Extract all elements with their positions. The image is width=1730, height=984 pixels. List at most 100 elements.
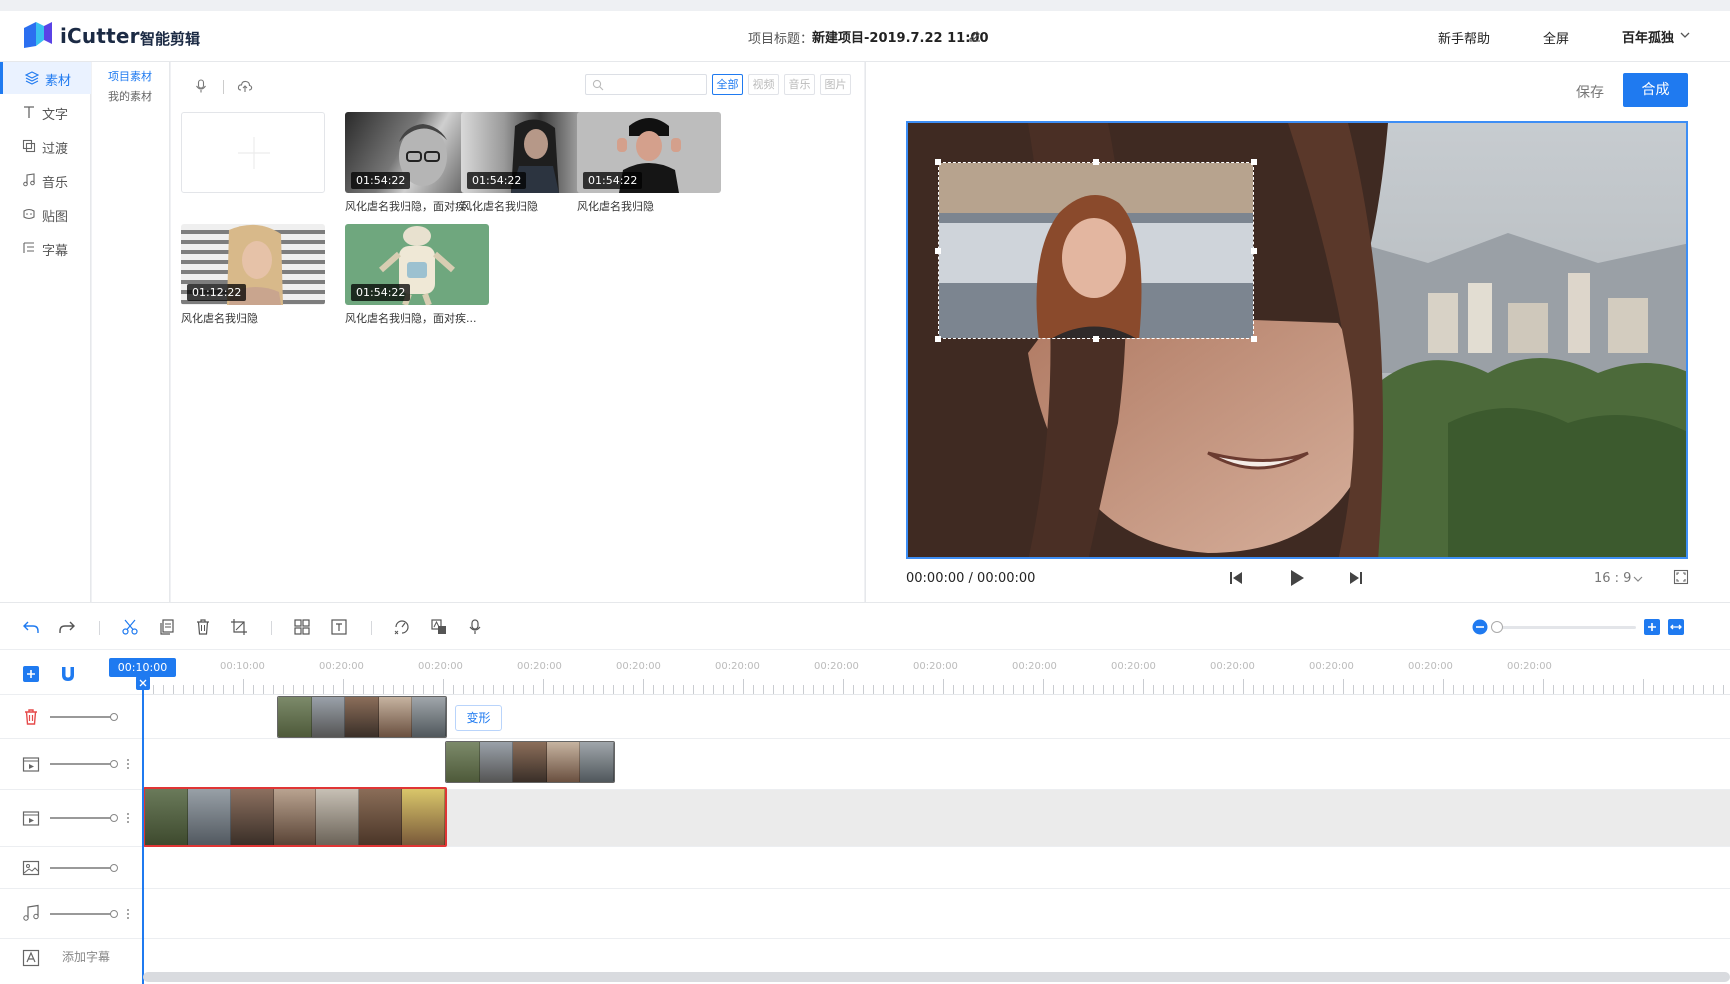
text-box-icon[interactable] (330, 618, 348, 636)
resize-handle[interactable] (935, 159, 941, 165)
video-clip-selected[interactable] (143, 787, 447, 847)
compose-button[interactable]: 合成 (1623, 73, 1688, 107)
zoom-slider-handle[interactable] (1491, 621, 1503, 633)
nav-item-transition[interactable]: 过渡 (0, 130, 91, 162)
nav-item-materials[interactable]: 素材 (0, 62, 91, 94)
nav-item-music[interactable]: 音乐 (0, 164, 91, 196)
zoom-slider-track[interactable] (1494, 626, 1636, 629)
more-options-icon[interactable] (126, 758, 130, 770)
duration-badge: 01:54:22 (351, 172, 411, 189)
nav-item-text[interactable]: 文字 (0, 96, 91, 128)
preview-canvas[interactable] (906, 121, 1688, 559)
app-header: iCutter 智能剪辑 项目标题： 新建项目-2019.7.22 11:00 … (0, 11, 1730, 62)
track-volume-slider[interactable] (50, 716, 116, 718)
ruler-label: 00:20:00 (319, 661, 364, 672)
track-volume-handle[interactable] (110, 760, 118, 768)
filter-video[interactable]: 视频 (748, 74, 779, 95)
ruler-ticks (143, 679, 1724, 694)
redo-icon[interactable] (58, 618, 76, 636)
crop-icon[interactable] (230, 618, 248, 636)
overlay-clip[interactable] (277, 696, 447, 738)
track-volume-handle[interactable] (110, 864, 118, 872)
fit-width-icon[interactable] (1667, 618, 1685, 636)
filter-all[interactable]: 全部 (712, 74, 743, 95)
material-thumbnail[interactable]: 01:12:22 (181, 224, 325, 305)
track-volume-handle[interactable] (110, 910, 118, 918)
subnav-my-materials[interactable]: 我的素材 (108, 88, 152, 104)
magnet-snap-icon[interactable] (58, 664, 78, 684)
music-icon (23, 173, 35, 187)
delete-track-icon[interactable] (22, 708, 40, 726)
more-options-icon[interactable] (126, 812, 130, 824)
track-volume-slider[interactable] (50, 763, 116, 765)
material-subnav: 项目素材 我的素材 (92, 62, 170, 602)
skip-back-icon[interactable] (1227, 569, 1245, 587)
cloud-upload-icon[interactable] (237, 78, 253, 94)
track-volume-slider[interactable] (50, 913, 116, 915)
transition-icon (22, 139, 36, 153)
material-thumbnail[interactable]: 01:54:22 (577, 112, 721, 193)
chevron-down-icon[interactable] (1680, 31, 1690, 39)
material-thumbnail[interactable]: 01:54:22 (345, 224, 489, 305)
nav-item-sticker[interactable]: 贴图 (0, 198, 91, 230)
fullscreen-icon[interactable] (1673, 569, 1689, 585)
translate-icon[interactable] (430, 618, 448, 636)
resize-handle[interactable] (935, 336, 941, 342)
subnav-project-materials[interactable]: 项目素材 (108, 68, 152, 84)
filter-image[interactable]: 图片 (820, 74, 851, 95)
ruler-label: 00:20:00 (418, 661, 463, 672)
timeline-horizontal-scrollbar[interactable] (143, 972, 1730, 982)
undo-icon[interactable] (22, 618, 40, 636)
picture-in-picture-layer[interactable] (938, 162, 1254, 339)
more-options-icon[interactable] (126, 908, 130, 920)
music-track-icon (23, 904, 39, 921)
track-volume-slider[interactable] (50, 867, 116, 869)
resize-handle[interactable] (1251, 336, 1257, 342)
resize-handle[interactable] (1251, 159, 1257, 165)
microphone-icon[interactable] (193, 78, 209, 94)
chevron-down-icon[interactable] (1633, 575, 1643, 583)
track-volume-handle[interactable] (110, 713, 118, 721)
add-track-icon[interactable] (22, 665, 40, 683)
playhead-time[interactable]: 00:10:00 (109, 658, 176, 677)
resize-handle[interactable] (1251, 248, 1257, 254)
nav-item-subtitle[interactable]: 字幕 (0, 232, 91, 264)
help-link[interactable]: 新手帮助 (1438, 28, 1490, 47)
resize-handle[interactable] (1093, 336, 1099, 342)
video-clip[interactable] (445, 741, 615, 783)
add-material-card[interactable] (181, 112, 325, 193)
image-track-icon (22, 860, 40, 876)
video-track-2[interactable] (143, 739, 1730, 790)
save-button[interactable]: 保存 (1576, 82, 1604, 102)
resize-handle[interactable] (935, 248, 941, 254)
fullscreen-link[interactable]: 全屏 (1543, 28, 1569, 47)
playhead-handle-icon[interactable] (136, 676, 150, 690)
speed-icon[interactable] (393, 618, 411, 636)
trash-icon[interactable] (194, 618, 212, 636)
microphone-icon[interactable] (466, 618, 484, 636)
resize-handle[interactable] (1093, 159, 1099, 165)
skip-forward-icon[interactable] (1347, 569, 1365, 587)
track-volume-slider[interactable] (50, 817, 116, 819)
material-search-input[interactable] (585, 74, 707, 95)
user-menu[interactable]: 百年孤独 (1622, 27, 1674, 46)
scissors-icon[interactable] (121, 618, 139, 636)
zoom-in-icon[interactable] (1643, 618, 1661, 636)
filter-music[interactable]: 音乐 (784, 74, 815, 95)
track-volume-handle[interactable] (110, 814, 118, 822)
grid-icon[interactable] (293, 618, 311, 636)
timeline-ruler[interactable]: 00:10:00 00:20:00 00:20:00 00:20:00 00:20:00… (143, 650, 1730, 695)
copy-icon[interactable] (158, 618, 176, 636)
image-track[interactable] (143, 847, 1730, 889)
edit-title-icon[interactable] (968, 28, 982, 42)
subtitle-track-icon (22, 949, 40, 967)
playhead[interactable] (142, 677, 144, 984)
transform-tag[interactable]: 变形 (455, 705, 502, 731)
play-icon[interactable] (1286, 568, 1306, 588)
toolbar-divider (271, 621, 272, 635)
music-track[interactable] (143, 889, 1730, 939)
add-subtitle-button[interactable]: 添加字幕 (62, 948, 110, 965)
timeline: 00:10:00 00:20:00 00:20:00 00:20:00 00:20:00… (0, 650, 1730, 984)
aspect-ratio-select[interactable]: 16 : 9 (1594, 571, 1631, 586)
zoom-out-icon[interactable] (1472, 619, 1488, 635)
